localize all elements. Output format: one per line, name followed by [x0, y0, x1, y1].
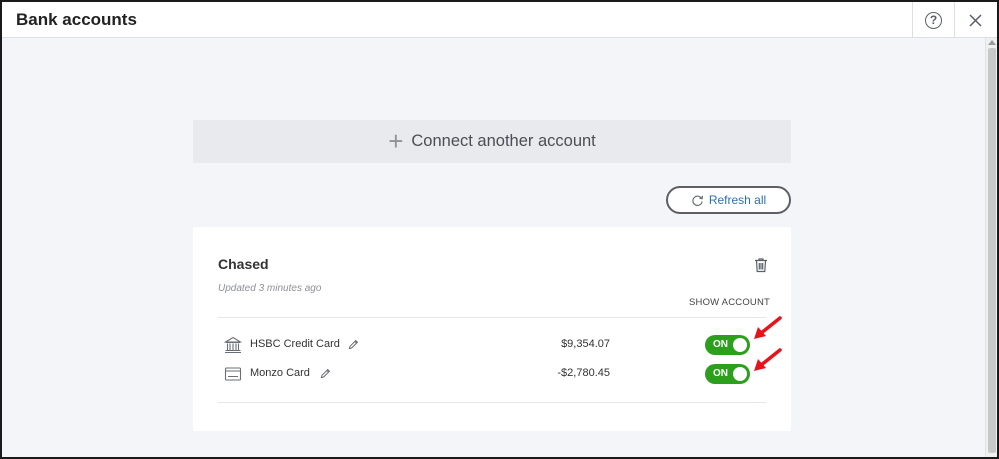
window-title: Bank accounts: [16, 10, 137, 29]
plus-icon: +: [388, 125, 404, 156]
help-icon: ?: [925, 11, 942, 29]
toggle-knob: [733, 338, 747, 352]
toggle-label: ON: [713, 368, 728, 379]
refresh-label: Refresh all: [708, 193, 767, 207]
show-account-toggle[interactable]: ON: [705, 364, 750, 384]
show-account-header: SHOW ACCOUNT: [689, 297, 771, 308]
account-row: Monzo Card -$2,780.45 ON: [193, 362, 791, 386]
scroll-thumb[interactable]: [988, 48, 996, 453]
toggle-label: ON: [713, 339, 728, 350]
refresh-icon: [691, 194, 704, 207]
account-amount: -$2,780.45: [557, 367, 610, 379]
account-row: HSBC Credit Card $9,354.07 ON: [193, 333, 791, 357]
updated-timestamp: Updated 3 minutes ago: [218, 283, 322, 294]
divider: [218, 402, 766, 403]
toggle-knob: [733, 367, 747, 381]
bank-card: Chased Updated 3 minutes ago SHOW ACCOUN…: [193, 227, 791, 431]
show-account-toggle[interactable]: ON: [705, 335, 750, 355]
trash-icon: [755, 258, 767, 273]
close-button[interactable]: [954, 2, 996, 38]
annotation-arrow-icon: [754, 348, 782, 371]
bank-name: Chased: [218, 256, 269, 272]
annotation-arrow-icon: [754, 316, 782, 339]
account-amount: $9,354.07: [561, 338, 610, 350]
divider: [218, 317, 766, 318]
bank-accounts-window: Bank accounts ? + Connect another accoun…: [0, 0, 999, 459]
bank-icon: [224, 336, 242, 354]
account-name: HSBC Credit Card: [250, 338, 340, 350]
vertical-scrollbar[interactable]: [985, 38, 997, 457]
refresh-all-button[interactable]: Refresh all: [666, 186, 791, 214]
edit-pencil-icon[interactable]: [320, 368, 331, 379]
scroll-up-arrow-icon[interactable]: [988, 40, 996, 45]
delete-bank-button[interactable]: [753, 257, 769, 273]
connect-another-account-button[interactable]: + Connect another account: [193, 120, 791, 163]
help-button[interactable]: ?: [912, 2, 954, 38]
window-header: Bank accounts ?: [2, 2, 997, 38]
close-icon: [969, 13, 982, 27]
account-name: Monzo Card: [250, 367, 310, 379]
connect-label: Connect another account: [411, 132, 596, 150]
card-icon: [224, 367, 242, 381]
edit-pencil-icon[interactable]: [348, 339, 359, 350]
